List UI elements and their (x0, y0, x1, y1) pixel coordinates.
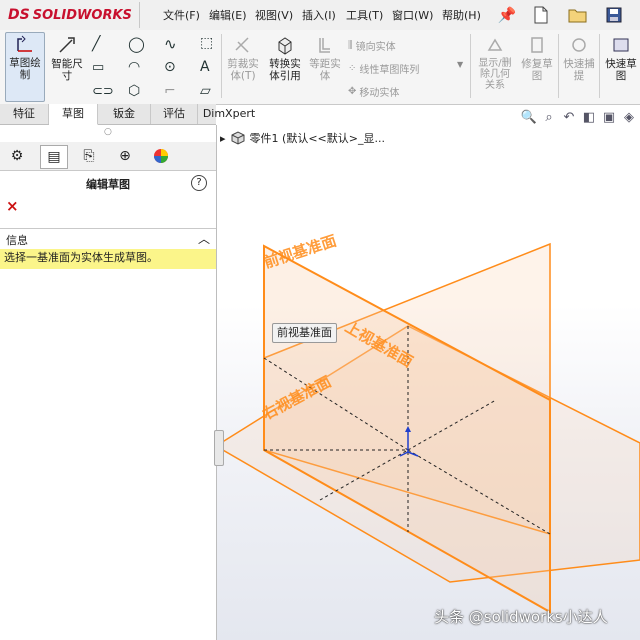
smart-dimension-icon (59, 37, 75, 53)
trim-icon (235, 37, 249, 53)
repair-sketch-label: 修复草 图 (521, 58, 553, 82)
tab-features[interactable]: 特征 (0, 104, 49, 124)
title-menu-bar: DS SOLID WORKS 文件(F) 编辑(E) 视图(V) 插入(I) 工… (0, 0, 640, 31)
line-tool-icon[interactable]: ╱ (92, 36, 100, 52)
mirror-icon: ⫼ (348, 40, 353, 51)
repair-sketch-button[interactable]: 修复草 图 (518, 34, 556, 82)
tab-dimxpert[interactable]: DimXpert (198, 104, 260, 124)
menu-view[interactable]: 视图(V) (255, 7, 293, 23)
offset-entities-button[interactable]: 等距实 体 (306, 34, 344, 82)
sketch-draw-label: 草图绘 制 (9, 57, 41, 81)
property-manager-panel (0, 125, 217, 640)
menu-window[interactable]: 窗口(W) (392, 7, 433, 23)
move-entities-button[interactable]: ✥ 移动实体 (348, 84, 399, 99)
slot-tool-icon[interactable]: ⊂⊃ (92, 84, 114, 99)
logo-ds-mark: DS (8, 7, 30, 23)
smart-dimension-label: 智能尺 寸 (51, 58, 83, 82)
toolbar-separator (599, 34, 600, 98)
relations-icon (487, 38, 503, 51)
collapse-chevron-icon[interactable]: ︿ (198, 230, 210, 247)
polygon-tool-icon[interactable]: ⬡ (128, 83, 140, 99)
spline-tool-icon[interactable]: ∿ (164, 35, 177, 53)
tab-sheet-metal[interactable]: 钣金 (98, 104, 151, 124)
move-label: 移动实体 (359, 88, 400, 99)
trim-label: 剪裁实 体(T) (227, 58, 259, 82)
smart-dimension-button[interactable]: 智能尺 寸 (47, 34, 87, 82)
pattern-dropdown-icon[interactable]: ▼ (457, 60, 463, 69)
linear-pattern-label: 线性草图阵列 (359, 65, 420, 76)
mirror-label: 镜向实体 (355, 42, 396, 53)
quick-sketch-label: 快速草 图 (605, 58, 637, 82)
linear-pattern-button[interactable]: ⁘ 线性草图阵列 (348, 61, 419, 76)
display-manager-tab-icon[interactable] (148, 145, 174, 167)
sketch-draw-button[interactable]: 草图绘 制 (5, 32, 45, 102)
watermark-text: 头条 @solidworks小达人 (434, 608, 608, 626)
menu-help[interactable]: 帮助(H) (442, 7, 481, 23)
quick-snaps-icon (572, 38, 586, 52)
point-tool-icon[interactable]: ⬚ (200, 35, 213, 51)
arc-tool-icon[interactable]: ◠ (128, 59, 140, 75)
reference-planes-view: 前视基准面 上视基准面 右视基准面 (217, 232, 640, 614)
menu-file[interactable]: 文件(F) (163, 7, 200, 23)
toolbar-separator (470, 34, 471, 98)
pin-icon[interactable]: 📌 (496, 4, 518, 26)
panel-title: 编辑草图 (86, 178, 130, 191)
toolbar-separator (221, 34, 222, 98)
info-title: 信息 (6, 234, 28, 247)
info-message: 选择一基准面为实体生成草图。 (0, 249, 216, 269)
show-delete-relations-button[interactable]: 显示/删 除几何 关系 (474, 34, 516, 91)
convert-entities-button[interactable]: 转换实 体引用 (264, 34, 306, 82)
configuration-manager-tab-icon[interactable]: ⎘ (76, 145, 102, 167)
fillet-tool-icon[interactable]: ⌐ (164, 83, 176, 99)
quick-sketch-icon (613, 38, 629, 52)
tab-evaluate[interactable]: 评估 (151, 104, 198, 124)
panel-grip-icon[interactable]: ○ (104, 127, 112, 137)
quick-snaps-label: 快速捕 提 (563, 58, 595, 82)
plane-tooltip: 前视基准面 (272, 323, 337, 343)
offset-icon (319, 38, 330, 53)
logo-works: WORKS (77, 7, 132, 23)
solidworks-logo[interactable]: DS SOLID WORKS (8, 5, 132, 25)
move-icon: ✥ (348, 86, 357, 97)
tab-sketch[interactable]: 草图 (49, 104, 98, 125)
info-section-header[interactable]: 信息 ︿ (0, 228, 216, 249)
logo-separator (139, 2, 140, 28)
relations-label: 显示/删 除几何 关系 (478, 58, 512, 91)
toolbar-separator (558, 34, 559, 98)
repair-sketch-icon (531, 37, 543, 53)
text-tool-icon[interactable]: A (200, 59, 210, 75)
quick-sketch-button[interactable]: 快速草 图 (602, 34, 640, 82)
feature-manager-tab-icon[interactable]: ⚙ (4, 145, 30, 167)
trim-entities-button[interactable]: 剪裁实 体(T) (224, 34, 262, 82)
property-manager-tab-icon[interactable]: ▤ (40, 145, 68, 169)
dimxpert-manager-tab-icon[interactable]: ⊕ (112, 145, 138, 167)
logo-solid: SOLID (32, 7, 78, 23)
convert-entities-icon (278, 37, 292, 55)
command-manager: 草图绘 制 智能尺 寸 ╱ ▭ ⊂⊃ ◯ ◠ ⬡ ∿ ⊙ ⌐ ⬚ A ▱ 剪裁实… (0, 30, 640, 105)
new-document-icon[interactable] (530, 4, 552, 26)
ellipse-tool-icon[interactable]: ⊙ (164, 59, 176, 75)
open-folder-icon[interactable] (567, 4, 589, 26)
cancel-icon[interactable]: × (6, 197, 19, 215)
linear-pattern-icon: ⁘ (348, 63, 357, 74)
panel-splitter-handle[interactable] (214, 430, 224, 466)
plane-tool-icon[interactable]: ▱ (200, 83, 211, 99)
sketch-draw-icon (17, 35, 32, 52)
command-tabs: 特征 草图 钣金 评估 DimXpert (0, 104, 255, 125)
mirror-entities-button[interactable]: ⫼ 镜向实体 (348, 38, 396, 53)
menu-insert[interactable]: 插入(I) (302, 7, 336, 23)
quick-snaps-button[interactable]: 快速捕 提 (560, 34, 598, 82)
menu-edit[interactable]: 编辑(E) (209, 7, 247, 23)
circle-tool-icon[interactable]: ◯ (128, 35, 145, 53)
menu-tools[interactable]: 工具(T) (346, 7, 383, 23)
help-icon[interactable]: ? (191, 175, 207, 191)
rectangle-tool-icon[interactable]: ▭ (92, 60, 104, 75)
convert-entities-label: 转换实 体引用 (269, 58, 301, 82)
offset-label: 等距实 体 (309, 58, 341, 82)
save-icon[interactable] (603, 4, 625, 26)
panel-tabs: ⚙ ▤ ⎘ ⊕ (0, 142, 216, 171)
